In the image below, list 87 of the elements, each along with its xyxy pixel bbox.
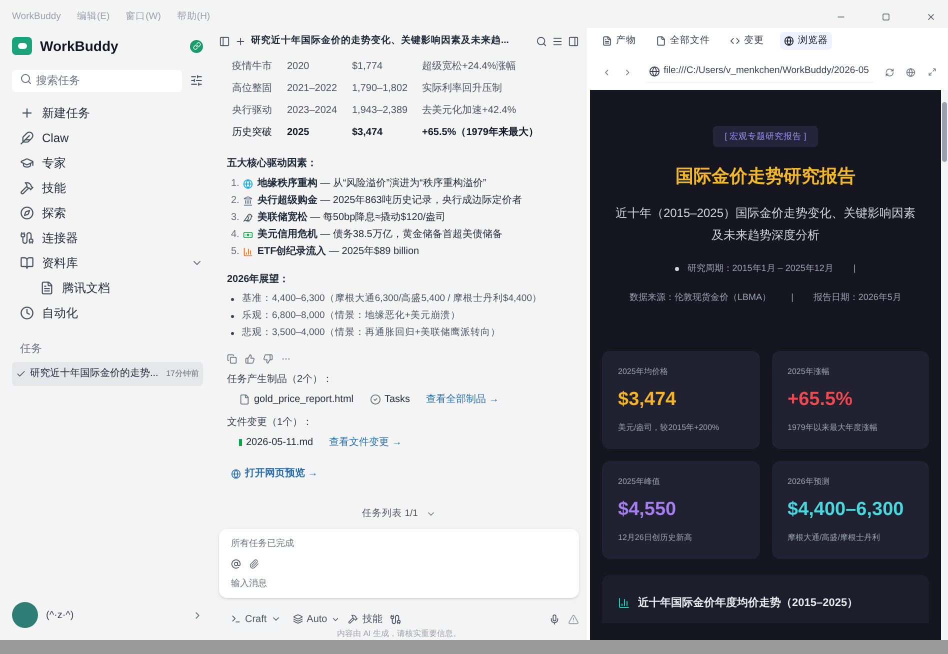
status-text: 所有任务已完成 [231, 537, 295, 550]
report-subtitle: 近十年（2015–2025）国际金价走势变化、关键影响因素及未来趋势深度分析 [614, 204, 917, 244]
table-cell-text: 去美元化加速+42.4% [422, 104, 518, 118]
stat-label: 2026年预测 [788, 476, 830, 488]
table-cell-text: $1,774 [352, 60, 384, 74]
outlook-text: 悲观：3,500–4,000（情景：再通胀回归+美联储鹰派转向） [242, 326, 500, 340]
stat-label: 2025年涨幅 [788, 366, 830, 378]
factors-heading: 五大核心驱动因素： [227, 156, 318, 171]
stat-value: $4,400–6,300 [788, 498, 905, 522]
chart-section-title: 近十年国际金价年度均价走势（2015–2025） [638, 596, 858, 611]
stat-note: 美元/盎司，较2015年+200% [618, 422, 720, 434]
nav-item[interactable]: 资料库 [12, 250, 203, 275]
section-title: 任务 [19, 342, 43, 357]
nav-item[interactable]: 新建任务 [12, 100, 203, 125]
factor-text: 央行超级购金 — 2025年863吨历史记录，央行成边际定价者 [257, 194, 522, 208]
outlook-text: 乐观：6,800–8,000（情景：地缘恶化+美元崩溃） [242, 309, 460, 324]
table-cell-text: 实际利率回升压制 [422, 82, 503, 96]
stat-note: 12月26日创历史新高 [618, 532, 693, 544]
list-number: 4. [231, 228, 240, 242]
message-input[interactable]: 输入消息 [231, 576, 567, 590]
stat-note: 摩根大通/高盛/摩根士丹利 [788, 532, 881, 544]
panel-tab[interactable]: 产物 [598, 32, 640, 50]
panel-tab[interactable]: 浏览器 [780, 32, 832, 50]
research-period: 研究周期：2015年1月 – 2025年12月 [687, 262, 834, 275]
separator: | [791, 291, 794, 304]
nav-item[interactable]: Claw [12, 125, 203, 150]
table-cell-text: 疫情牛市 [232, 60, 273, 74]
disclaimer-text: 内容由 AI 生成，请核实重要信息。 [336, 628, 462, 640]
nav-item[interactable]: 腾讯文档 [12, 275, 203, 300]
nav-item[interactable]: 自动化 [12, 300, 203, 325]
outlook-text: 基准：4,400–6,300（摩根大通6,300/高盛5,400 / 摩根士丹利$4,400） [242, 292, 542, 306]
table-cell-text: 1,790–1,802 [352, 82, 409, 96]
stat-label: 2025年均价格 [618, 366, 669, 378]
list-number: 2. [231, 194, 240, 208]
stat-value: $3,474 [618, 388, 678, 412]
stat-label: 2025年峰值 [618, 476, 661, 488]
report-badge: [ 宏观专题研究报告 ] [712, 126, 818, 147]
nav-item[interactable]: 技能 [12, 175, 203, 200]
table-cell-text: $3,474 [352, 126, 384, 140]
list-number: 5. [231, 245, 240, 259]
table-cell-text: 历史突破 [232, 126, 273, 140]
outlook-heading: 2026年展望： [227, 272, 290, 287]
table-cell-text: 超级宽松+24.4%涨幅 [422, 60, 518, 74]
user-name: (^·z·^) [46, 608, 75, 622]
factor-text: 美联储宽松 — 每50bp降息≈撬动$120/盎司 [257, 210, 446, 225]
factor-text: 地缘秩序重构 — 从“风险溢价”演进为“秩序重构溢价” [257, 176, 486, 191]
changed-file[interactable]: 2026-05-11.md [239, 434, 314, 450]
table-cell-text: +65.5%（1979年来最大） [422, 126, 540, 140]
artifacts-heading: 任务产生制品（2个）： [227, 372, 334, 387]
app-logo-text: WorkBuddy [40, 36, 120, 56]
data-source: 数据来源：伦敦现货金价（LBMA） [630, 291, 772, 304]
separator: | [853, 262, 856, 275]
task-item[interactable]: 研究近十年国际金价的走势... 17分钟前 [12, 362, 203, 386]
report-date: 报告日期：2026年5月 [813, 291, 902, 304]
task-list-toggle[interactable]: 任务列表 1/1 [362, 507, 418, 522]
stat-value: $4,550 [618, 498, 678, 522]
panel-tab[interactable]: 全部文件 [652, 32, 714, 50]
changes-heading: 文件变更（1个）： [227, 416, 314, 430]
panel-tab[interactable]: 变更 [726, 32, 768, 50]
nav-item[interactable]: 连接器 [12, 225, 203, 250]
table-cell-text: 高位整固 [232, 82, 273, 96]
table-cell-text: 1,943–2,389 [352, 104, 409, 118]
factor-text: 美元信用危机 — 债务38.5万亿，黄金储备首超美债储备 [257, 227, 502, 242]
factor-text: ETF创纪录流入 — 2025年$89 billion [257, 244, 420, 259]
table-cell-text: 央行驱动 [232, 104, 273, 118]
view-all-link[interactable]: 查看全部制品 → [426, 392, 499, 406]
list-number: 1. [231, 177, 240, 191]
chat-title: 研究近十年国际金价的走势变化、关键影响因素及未来趋... [251, 34, 510, 48]
search-field[interactable]: 搜索任务 [12, 70, 182, 92]
skills-button[interactable]: 技能 [348, 610, 382, 628]
stat-note: 1979年以来最大年度涨幅 [788, 422, 878, 434]
list-number: 3. [231, 211, 240, 225]
table-cell-text: 2023–2024 [287, 104, 338, 118]
task-time: 17分钟前 [166, 368, 199, 380]
table-cell-text: 2025 [287, 126, 310, 140]
model-dropdown[interactable]: Auto [292, 610, 340, 628]
table-cell-text: 2021–2022 [287, 82, 338, 96]
view-changes-link[interactable]: 查看文件变更 → [329, 434, 402, 450]
nav-item[interactable]: 专家 [12, 150, 203, 175]
table-cell-text: 2020 [287, 60, 310, 74]
nav-item[interactable]: 探索 [12, 200, 203, 225]
url-field[interactable]: file:///C:/Users/v_menkchen/WorkBuddy/2026-05 [644, 61, 873, 83]
artifact-item[interactable]: Tasks [370, 392, 410, 406]
stat-value: +65.5% [788, 388, 854, 412]
report-title: 国际金价走势研究报告 [676, 164, 856, 188]
artifact-item[interactable]: gold_price_report.html [239, 392, 354, 406]
open-preview-link[interactable]: 打开网页预览 → [245, 466, 318, 481]
